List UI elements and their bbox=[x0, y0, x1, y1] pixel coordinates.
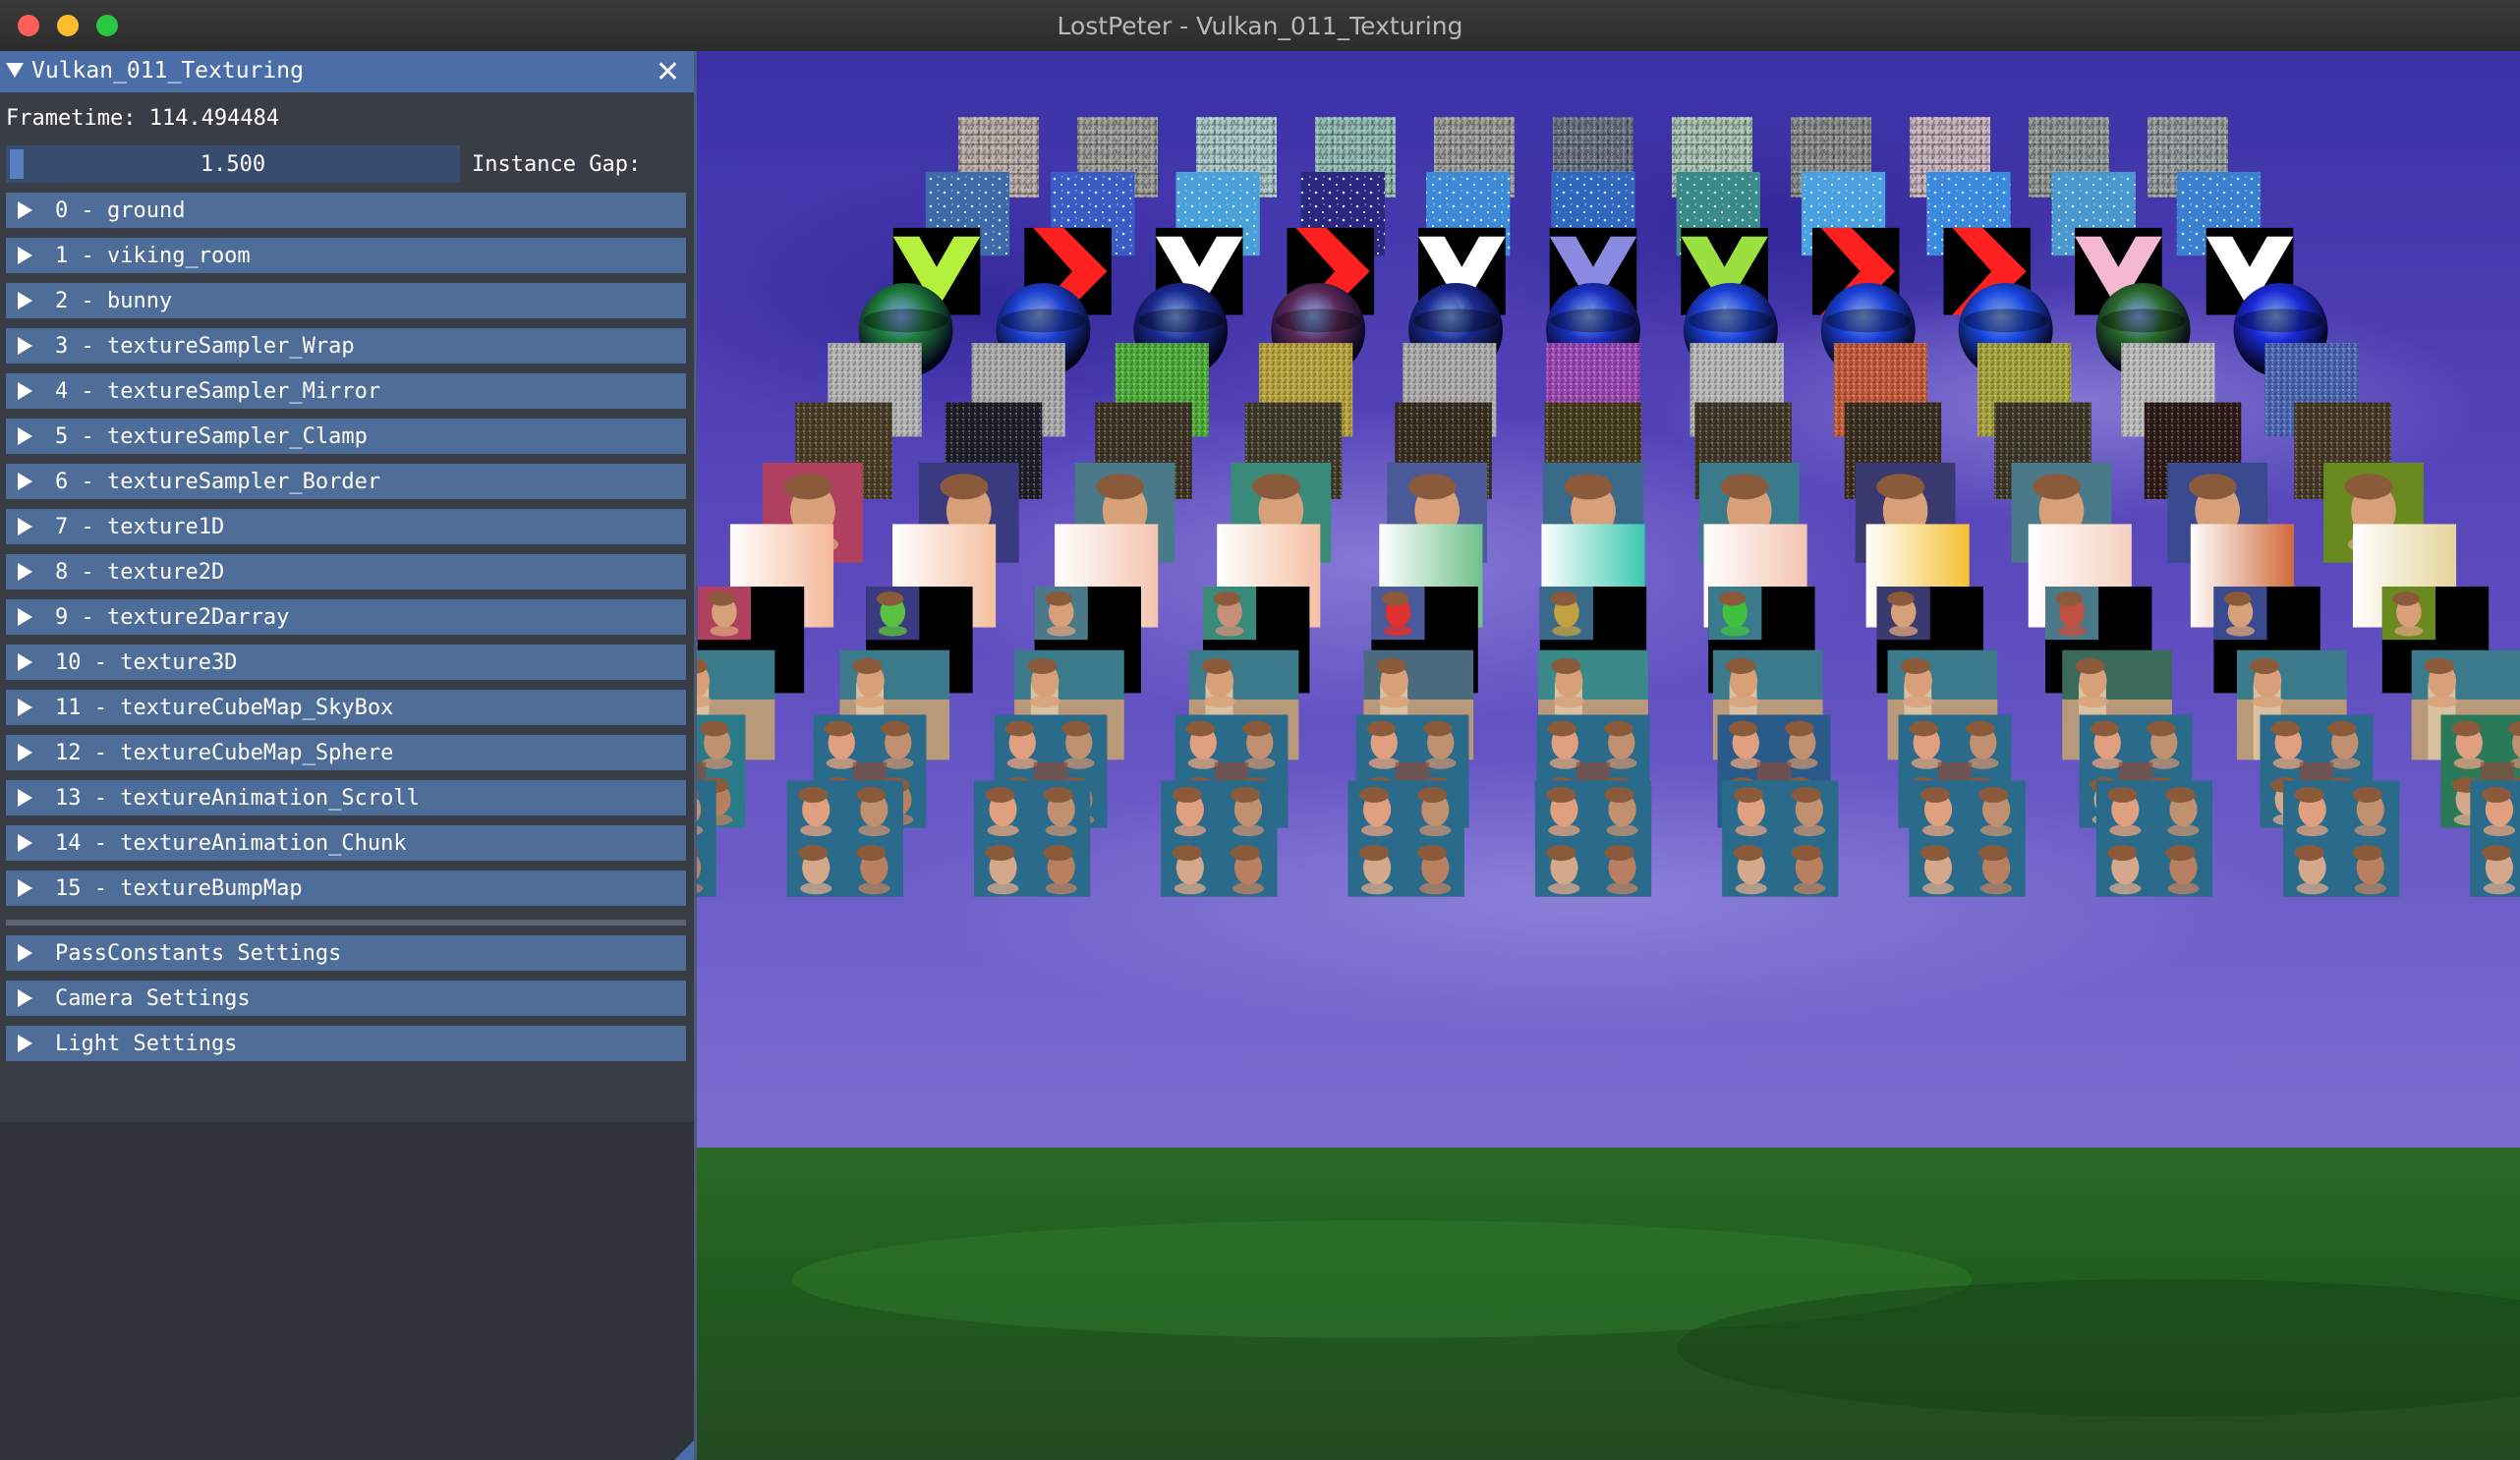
title-bar[interactable]: LostPeter - Vulkan_011_Texturing bbox=[0, 0, 2520, 52]
expand-triangle-icon bbox=[18, 1035, 32, 1052]
separator bbox=[6, 920, 686, 926]
instance-quad-0 bbox=[694, 780, 716, 897]
object-header-label: 14 - textureAnimation_Chunk bbox=[55, 831, 407, 856]
expand-triangle-icon bbox=[18, 292, 32, 309]
settings-header-label: Camera Settings bbox=[55, 986, 251, 1011]
resize-grip-icon[interactable] bbox=[674, 1440, 694, 1460]
object-header-7[interactable]: 7 - texture1D bbox=[6, 509, 686, 544]
expand-triangle-icon bbox=[18, 201, 32, 219]
object-header-1[interactable]: 1 - viking_room bbox=[6, 238, 686, 273]
object-header-11[interactable]: 11 - textureCubeMap_SkyBox bbox=[6, 690, 686, 725]
render-viewport[interactable] bbox=[694, 51, 2520, 1460]
expand-triangle-icon bbox=[18, 247, 32, 264]
object-header-label: 11 - textureCubeMap_SkyBox bbox=[55, 696, 394, 720]
object-header-label: 10 - texture3D bbox=[55, 650, 238, 675]
object-header-8[interactable]: 8 - texture2D bbox=[6, 554, 686, 590]
expand-triangle-icon bbox=[18, 989, 32, 1007]
expand-triangle-icon bbox=[18, 834, 32, 852]
instance-gap-slider[interactable]: 1.500 bbox=[6, 145, 460, 183]
instance-quad-9 bbox=[2283, 780, 2400, 897]
object-header-10[interactable]: 10 - texture3D bbox=[6, 645, 686, 680]
settings-header-2[interactable]: Light Settings bbox=[6, 1026, 686, 1061]
panel-title: Vulkan_011_Texturing bbox=[31, 58, 304, 84]
object-header-label: 15 - textureBumpMap bbox=[55, 876, 303, 901]
window-title: LostPeter - Vulkan_011_Texturing bbox=[1057, 12, 1463, 40]
instance-quad-4 bbox=[1347, 780, 1464, 897]
instance-quad-5 bbox=[1534, 780, 1652, 897]
object-header-label: 3 - textureSampler_Wrap bbox=[55, 334, 355, 359]
instance-gap-value: 1.500 bbox=[200, 152, 266, 177]
object-header-14[interactable]: 14 - textureAnimation_Chunk bbox=[6, 825, 686, 861]
instance-quad-3 bbox=[1161, 780, 1278, 897]
instance-quad-7 bbox=[1909, 780, 2026, 897]
instance-quad-8 bbox=[2095, 780, 2213, 897]
object-header-6[interactable]: 6 - textureSampler_Border bbox=[6, 464, 686, 499]
expand-triangle-icon bbox=[18, 944, 32, 962]
collapse-triangle-icon[interactable] bbox=[6, 63, 24, 78]
expand-triangle-icon bbox=[18, 789, 32, 807]
app-window: LostPeter - Vulkan_011_Texturing Vulkan_… bbox=[0, 0, 2520, 1460]
object-header-label: 8 - texture2D bbox=[55, 560, 225, 585]
instance-quad-10 bbox=[2470, 780, 2520, 897]
object-header-label: 9 - texture2Darray bbox=[55, 605, 290, 630]
object-header-label: 13 - textureAnimation_Scroll bbox=[55, 786, 420, 811]
object-header-3[interactable]: 3 - textureSampler_Wrap bbox=[6, 328, 686, 364]
expand-triangle-icon bbox=[18, 699, 32, 716]
object-header-2[interactable]: 2 - bunny bbox=[6, 283, 686, 318]
object-header-9[interactable]: 9 - texture2Darray bbox=[6, 599, 686, 635]
imgui-panel[interactable]: Vulkan_011_Texturing ✕ Frametime: 114.49… bbox=[0, 51, 697, 1460]
settings-header-label: PassConstants Settings bbox=[55, 941, 342, 966]
panel-empty-area bbox=[0, 1122, 694, 1460]
expand-triangle-icon bbox=[18, 608, 32, 626]
object-header-label: 4 - textureSampler_Mirror bbox=[55, 379, 381, 404]
object-header-15[interactable]: 15 - textureBumpMap bbox=[6, 870, 686, 906]
object-header-4[interactable]: 4 - textureSampler_Mirror bbox=[6, 373, 686, 409]
object-header-12[interactable]: 12 - textureCubeMap_Sphere bbox=[6, 735, 686, 770]
expand-triangle-icon bbox=[18, 653, 32, 671]
object-header-label: 0 - ground bbox=[55, 198, 186, 223]
expand-triangle-icon bbox=[18, 518, 32, 535]
scene-canvas[interactable] bbox=[694, 51, 2520, 1460]
object-header-label: 12 - textureCubeMap_Sphere bbox=[55, 741, 394, 765]
settings-header-1[interactable]: Camera Settings bbox=[6, 981, 686, 1016]
expand-triangle-icon bbox=[18, 382, 32, 400]
settings-header-label: Light Settings bbox=[55, 1032, 238, 1056]
expand-triangle-icon bbox=[18, 427, 32, 445]
expand-triangle-icon bbox=[18, 879, 32, 897]
object-header-label: 7 - texture1D bbox=[55, 515, 225, 539]
expand-triangle-icon bbox=[18, 473, 32, 490]
panel-close-icon[interactable]: ✕ bbox=[656, 55, 680, 89]
object-header-label: 1 - viking_room bbox=[55, 244, 251, 268]
instance-quad-1 bbox=[786, 780, 903, 897]
panel-title-bar[interactable]: Vulkan_011_Texturing ✕ bbox=[0, 51, 694, 92]
expand-triangle-icon bbox=[18, 744, 32, 761]
frametime-label: Frametime: 114.494484 bbox=[6, 106, 280, 131]
expand-triangle-icon bbox=[18, 563, 32, 581]
object-header-label: 5 - textureSampler_Clamp bbox=[55, 424, 368, 449]
instance-gap-label: Instance Gap: bbox=[472, 152, 642, 177]
expand-triangle-icon bbox=[18, 337, 32, 355]
instance-quad-6 bbox=[1722, 780, 1839, 897]
object-header-5[interactable]: 5 - textureSampler_Clamp bbox=[6, 419, 686, 454]
object-header-13[interactable]: 13 - textureAnimation_Scroll bbox=[6, 780, 686, 815]
object-header-0[interactable]: 0 - ground bbox=[6, 193, 686, 228]
instance-quad-2 bbox=[973, 780, 1091, 897]
object-header-label: 6 - textureSampler_Border bbox=[55, 470, 381, 494]
object-header-label: 2 - bunny bbox=[55, 289, 173, 313]
settings-header-0[interactable]: PassConstants Settings bbox=[6, 935, 686, 971]
